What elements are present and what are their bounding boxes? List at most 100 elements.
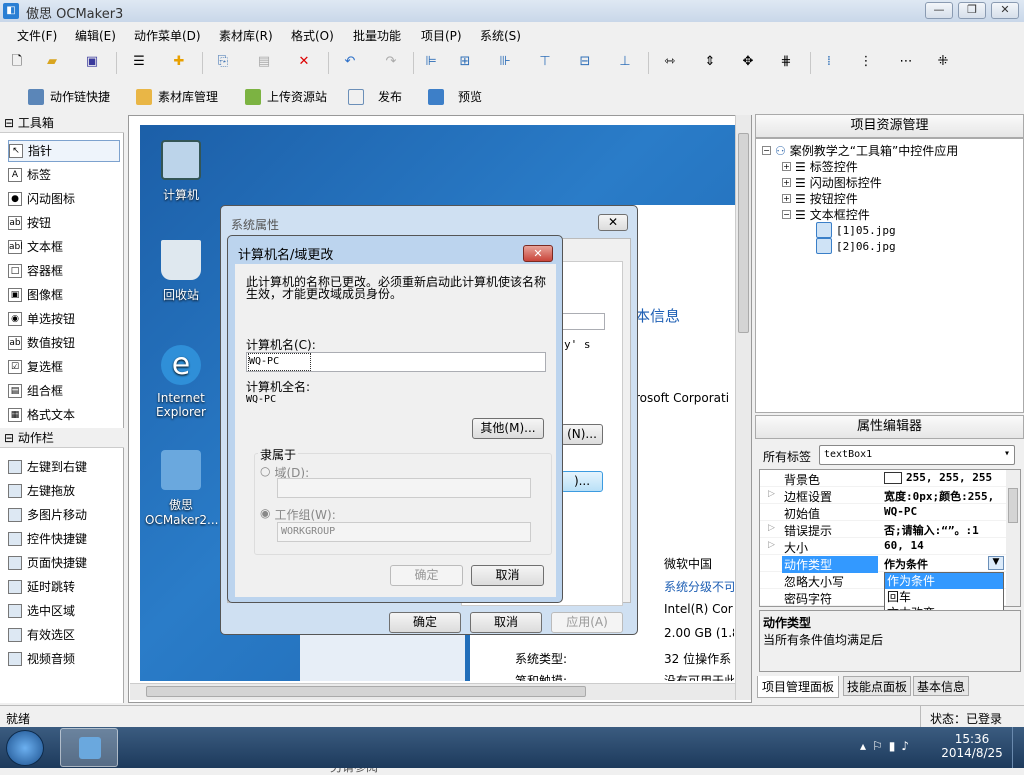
desktop-icon-computer[interactable]: 计算机 [145, 140, 217, 203]
property-row[interactable]: 动作类型 作为条件 [760, 555, 1006, 573]
actionbar-item[interactable]: 有效选区 [8, 624, 120, 646]
sysprops-cancel-button[interactable]: 取消 [470, 612, 542, 633]
tab-skill-panel[interactable]: 技能点面板 [843, 676, 912, 696]
namedlg-close-button[interactable]: ✕ [523, 245, 553, 262]
maximize-button[interactable]: ❐ [958, 2, 986, 19]
actionbar-item[interactable]: 选中区域 [8, 600, 120, 622]
align-left-icon[interactable]: ⊫ [423, 54, 439, 70]
toolbox-item[interactable]: ▦ 格式文本 [8, 404, 120, 426]
redo-icon[interactable]: ↷ [383, 54, 399, 70]
other-button[interactable]: 其他(M)... [472, 418, 544, 439]
change-button[interactable]: )... [561, 471, 603, 492]
property-row[interactable]: 初始值 WQ-PC [760, 504, 1006, 521]
h-spacing-icon[interactable]: ⋕ [778, 54, 794, 70]
actionbar-item[interactable]: 多图片移动 [8, 504, 120, 526]
actionbar-item[interactable]: 左键拖放 [8, 480, 120, 502]
tree-file[interactable]: [1]05.jpg [816, 222, 896, 238]
copy-icon[interactable]: ⎘ [215, 54, 231, 70]
distribute-icon[interactable]: ⁜ [935, 54, 951, 70]
tag-select[interactable]: textBox1 ▾ [819, 445, 1015, 465]
puzzle-icon[interactable]: ✚ [171, 54, 187, 70]
tree-file[interactable]: [2]06.jpg [816, 238, 896, 254]
toolbox-item[interactable]: ☑ 复选框 [8, 356, 120, 378]
expand-arrow-icon[interactable]: ▷ [768, 489, 775, 499]
property-row[interactable]: ▷ 边框设置 宽度:0px;颜色:255, [760, 487, 1006, 504]
delete-icon[interactable]: ✕ [296, 54, 312, 70]
save-icon[interactable]: ▣ [84, 54, 100, 70]
namedlg-cancel-button[interactable]: 取消 [471, 565, 544, 586]
menu-action[interactable]: 动作菜单(D) [134, 27, 201, 44]
toolbox-item[interactable]: ▤ 组合框 [8, 380, 120, 402]
property-row[interactable]: ▷ 大小 60, 14 [760, 538, 1006, 555]
tree-node[interactable]: + ☰ 按钮控件 [782, 190, 858, 207]
center-h-icon[interactable]: ⋮ [858, 54, 874, 70]
start-button[interactable] [6, 730, 44, 766]
menu-project[interactable]: 项目(P) [421, 27, 462, 44]
dropdown-arrow-icon[interactable]: ▼ [988, 556, 1004, 570]
property-scrollbar[interactable] [1006, 470, 1020, 606]
same-height-icon[interactable]: ⇕ [702, 54, 718, 70]
toolbox-item[interactable]: ab 按钮 [8, 212, 120, 234]
desktop-icon-ocmaker[interactable]: 傲思 OCMaker2... [145, 450, 218, 527]
network-id-button[interactable]: (N)... [561, 424, 603, 445]
library-manage-button[interactable]: 素材库管理 [136, 88, 218, 105]
preview-button[interactable]: 预览 [428, 88, 482, 105]
actionbar-item[interactable]: 视频音频 [8, 648, 120, 670]
taskbar-app-ocmaker[interactable] [60, 728, 118, 767]
actionbar-item[interactable]: 延时跳转 [8, 576, 120, 598]
same-width-icon[interactable]: ⇿ [662, 54, 678, 70]
toolbox-header[interactable]: ⊟ 工具箱 [0, 113, 124, 133]
menu-batch[interactable]: 批量功能 [353, 27, 401, 44]
align-top-icon[interactable]: ⊤ [537, 54, 553, 70]
clock[interactable]: 15:36 2014/8/25 [940, 732, 1004, 760]
actionbar-header[interactable]: ⊟ 动作栏 [0, 428, 124, 448]
toolbox-item[interactable]: ▣ 图像框 [8, 284, 120, 306]
toolbox-item[interactable]: ↖ 指针 [8, 140, 120, 162]
desktop-icon-recycle-bin[interactable]: 回收站 [145, 240, 217, 303]
dropdown-option[interactable]: 作为条件 [885, 573, 1003, 589]
menu-library[interactable]: 素材库(R) [219, 27, 273, 44]
publish-button[interactable]: 发布 [348, 88, 402, 105]
computer-name-input[interactable]: WQ-PC [246, 352, 546, 372]
toolbox-item[interactable]: ◉ 单选按钮 [8, 308, 120, 330]
domain-input[interactable] [277, 478, 531, 498]
toolbox-item[interactable]: □ 容器框 [8, 260, 120, 282]
upload-button[interactable]: 上传资源站 [245, 88, 327, 105]
tab-basic-info[interactable]: 基本信息 [913, 676, 970, 696]
tree-node[interactable]: + ☰ 闪动图标控件 [782, 174, 882, 191]
desktop-icon-ie[interactable]: e Internet Explorer [145, 345, 217, 419]
open-folder-icon[interactable]: ▰ [44, 54, 60, 70]
namedlg-ok-button[interactable]: 确定 [390, 565, 463, 586]
toolbox-item[interactable]: ab 数值按钮 [8, 332, 120, 354]
actionbar-item[interactable]: 控件快捷键 [8, 528, 120, 550]
canvas-horizontal-scrollbar[interactable] [130, 683, 735, 700]
dropdown-option[interactable]: 回车 [885, 589, 1003, 605]
align-middle-icon[interactable]: ⊟ [577, 54, 593, 70]
tree-node[interactable]: + ☰ 标签控件 [782, 158, 858, 175]
tree-node[interactable]: − ☰ 文本框控件 [782, 206, 870, 223]
action-chain-button[interactable]: 动作链快捷 [28, 88, 110, 105]
workgroup-radio[interactable]: ◉ 工作组(W): [260, 506, 336, 523]
v-spacing-icon[interactable]: ⁞ [821, 54, 837, 70]
paste-icon[interactable]: ▤ [256, 54, 272, 70]
properties-icon[interactable]: ☰ [131, 54, 147, 70]
align-bottom-icon[interactable]: ⊥ [617, 54, 633, 70]
rating-link[interactable]: 系统分级不可 [664, 578, 734, 595]
sysprops-ok-button[interactable]: 确定 [389, 612, 461, 633]
show-desktop-button[interactable] [1012, 727, 1024, 768]
expand-arrow-icon[interactable]: ▷ [768, 523, 775, 533]
canvas-vertical-scrollbar[interactable] [735, 115, 751, 700]
toolbox-item[interactable]: ● 闪动图标 [8, 188, 120, 210]
selection-handles[interactable] [248, 353, 311, 371]
property-row[interactable]: ▷ 错误提示 否;请输入:“”。:1 [760, 521, 1006, 538]
center-v-icon[interactable]: ⋯ [898, 54, 914, 70]
toolbox-item[interactable]: abl 文本框 [8, 236, 120, 258]
minimize-button[interactable]: — [925, 2, 953, 19]
sysprops-apply-button[interactable]: 应用(A) [551, 612, 623, 633]
menu-system[interactable]: 系统(S) [480, 27, 521, 44]
menu-format[interactable]: 格式(O) [291, 27, 334, 44]
toolbox-item[interactable]: A 标签 [8, 164, 120, 186]
workgroup-input[interactable]: WORKGROUP [277, 522, 531, 542]
actionbar-item[interactable]: 页面快捷键 [8, 552, 120, 574]
menu-edit[interactable]: 编辑(E) [75, 27, 116, 44]
